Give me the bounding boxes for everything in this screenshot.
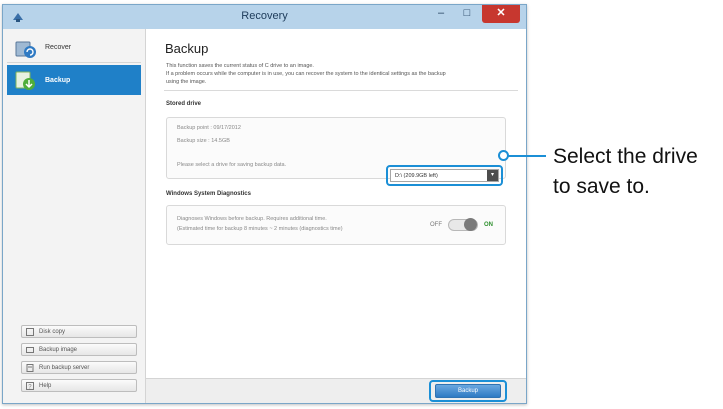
divider xyxy=(164,90,518,91)
run-backup-server-button[interactable]: Run backup server xyxy=(21,361,137,374)
description-line: using the image. xyxy=(166,79,207,85)
drive-select-prompt: Please select a drive for saving backup … xyxy=(177,162,287,168)
callout-line xyxy=(504,155,546,157)
image-icon xyxy=(26,346,34,353)
diagnostics-toggle[interactable] xyxy=(448,218,478,231)
callout-line-1: Select the drive xyxy=(553,145,698,168)
button-label: Disk copy xyxy=(39,328,66,335)
diagnostics-desc-2: (Estimated time for backup 8 minutes ~ 2… xyxy=(177,226,343,232)
sidebar: Recover Backup Disk copy Backup image Ru… xyxy=(3,29,146,403)
backup-image-button[interactable]: Backup image xyxy=(21,343,137,356)
callout-text: Select the drive to save to. xyxy=(553,142,698,202)
toggle-off-label: OFF xyxy=(430,222,442,228)
sidebar-item-label: Backup xyxy=(45,76,71,84)
button-label: Help xyxy=(39,382,52,389)
backup-icon xyxy=(15,71,35,90)
close-button[interactable]: ✕ xyxy=(482,5,520,23)
diagnostics-desc-1: Diagnoses Windows before backup. Require… xyxy=(177,216,327,222)
drive-highlight xyxy=(386,165,503,186)
toggle-knob[interactable] xyxy=(464,218,477,231)
toggle-on-label: ON xyxy=(484,222,493,228)
sidebar-item-recover[interactable]: Recover xyxy=(7,33,141,63)
stored-drive-title: Stored drive xyxy=(166,101,202,107)
backup-point: Backup point : 09/17/2012 xyxy=(177,125,241,131)
server-icon xyxy=(26,363,34,372)
diagnostics-title: Windows System Diagnostics xyxy=(166,191,251,197)
button-label: Backup image xyxy=(39,346,78,353)
title-bar: Recovery – □ ✕ xyxy=(3,5,526,30)
recovery-window: Recovery – □ ✕ Recover Backup Disk copy xyxy=(2,4,527,404)
backup-size: Backup size : 14.5GB xyxy=(177,138,230,144)
page-title: Backup xyxy=(165,41,209,56)
callout-dot xyxy=(498,150,509,161)
disk-icon xyxy=(26,327,34,336)
footer-bar: Backup xyxy=(146,378,526,403)
description-line: This function saves the current status o… xyxy=(166,63,314,69)
sidebar-item-backup[interactable]: Backup xyxy=(7,65,141,95)
help-icon: ? xyxy=(26,381,34,390)
diagnostics-toggle-group: OFF ON xyxy=(430,218,493,231)
description-line: If a problem occurs while the computer i… xyxy=(166,71,446,77)
sidebar-item-label: Recover xyxy=(45,44,72,51)
button-label: Run backup server xyxy=(39,364,90,371)
help-button[interactable]: ? Help xyxy=(21,379,137,392)
backup-highlight xyxy=(429,380,507,402)
minimize-button[interactable]: – xyxy=(428,5,454,23)
maximize-button[interactable]: □ xyxy=(454,5,480,23)
description: This function saves the current status o… xyxy=(166,62,511,86)
recover-icon xyxy=(15,41,36,58)
main-panel: Backup This function saves the current s… xyxy=(146,29,526,403)
disk-copy-button[interactable]: Disk copy xyxy=(21,325,137,338)
callout-line-2: to save to. xyxy=(553,175,650,198)
